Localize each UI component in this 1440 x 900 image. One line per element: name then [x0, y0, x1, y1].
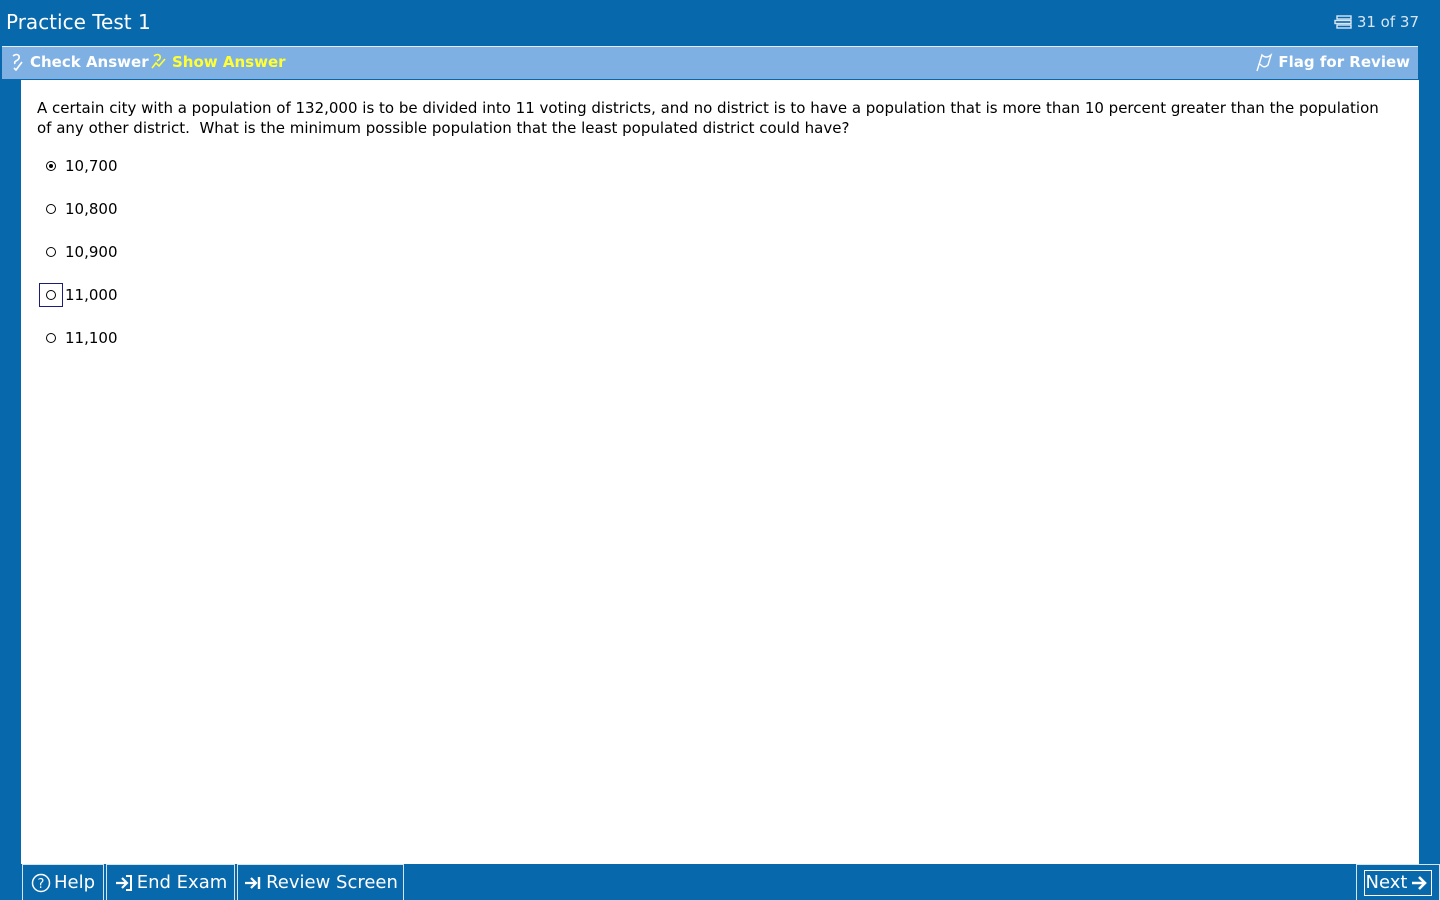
radio-button[interactable]: [46, 204, 56, 214]
radio-button[interactable]: [46, 247, 56, 257]
question-list-icon: [1334, 15, 1352, 29]
flag-icon: [1256, 53, 1273, 72]
end-exam-icon: [115, 874, 132, 891]
radio-container-focused: [39, 283, 63, 307]
progress-text: 31 of 37: [1356, 13, 1419, 31]
check-answer-icon: [12, 53, 23, 71]
end-exam-button[interactable]: End Exam: [106, 864, 235, 900]
flag-for-review-button[interactable]: Flag for Review: [1254, 52, 1410, 72]
answer-options: 10,700 10,800 10,900 11,000 11,100: [39, 156, 118, 371]
review-screen-button[interactable]: Review Screen: [237, 864, 404, 900]
app-title: Practice Test 1: [6, 10, 151, 34]
radio-button[interactable]: [46, 161, 56, 171]
check-answer-button[interactable]: Check Answer: [10, 52, 149, 72]
radio-container: [39, 154, 63, 178]
review-screen-icon: [245, 876, 261, 889]
arrow-right-icon: [1412, 875, 1428, 890]
svg-text:?: ?: [38, 877, 45, 892]
check-answer-label: Check Answer: [30, 53, 149, 71]
answer-option-label: 10,900: [65, 243, 118, 261]
radio-container: [39, 326, 63, 350]
show-answer-button[interactable]: Show Answer: [150, 52, 286, 72]
next-label: Next: [1365, 872, 1408, 893]
help-button[interactable]: ? Help: [22, 864, 104, 900]
next-focus-frame: Next: [1363, 869, 1433, 896]
answer-option[interactable]: 11,000: [39, 283, 118, 328]
radio-button[interactable]: [46, 290, 56, 300]
question-panel: A certain city with a population of 132,…: [21, 80, 1419, 864]
show-answer-icon: [151, 53, 166, 69]
answer-option[interactable]: 10,800: [39, 199, 118, 242]
next-button[interactable]: Next: [1356, 864, 1440, 900]
radio-container: [39, 197, 63, 221]
radio-button[interactable]: [46, 333, 56, 343]
toolbar: Check Answer Show Answer Flag for Review: [2, 46, 1418, 79]
help-label: Help: [53, 872, 96, 893]
answer-option-label: 11,000: [65, 286, 118, 304]
answer-option-label: 10,700: [65, 157, 118, 175]
answer-option[interactable]: 10,700: [39, 156, 118, 199]
end-exam-label: End Exam: [136, 872, 228, 893]
answer-option-label: 10,800: [65, 200, 118, 218]
title-bar: Practice Test 1 31 of 37: [0, 0, 1440, 44]
answer-option-label: 11,100: [65, 329, 118, 347]
flag-for-review-label: Flag for Review: [1278, 53, 1410, 71]
radio-container: [39, 240, 63, 264]
question-text: A certain city with a population of 132,…: [37, 99, 1384, 137]
answer-option[interactable]: 11,100: [39, 328, 118, 371]
bottom-bar: ? Help End Exam Review Screen Next: [0, 864, 1440, 900]
answer-option[interactable]: 10,900: [39, 242, 118, 285]
help-icon: ?: [31, 873, 51, 892]
question-progress: 31 of 37: [1333, 12, 1419, 32]
show-answer-label: Show Answer: [172, 53, 286, 71]
review-screen-label: Review Screen: [266, 872, 398, 893]
